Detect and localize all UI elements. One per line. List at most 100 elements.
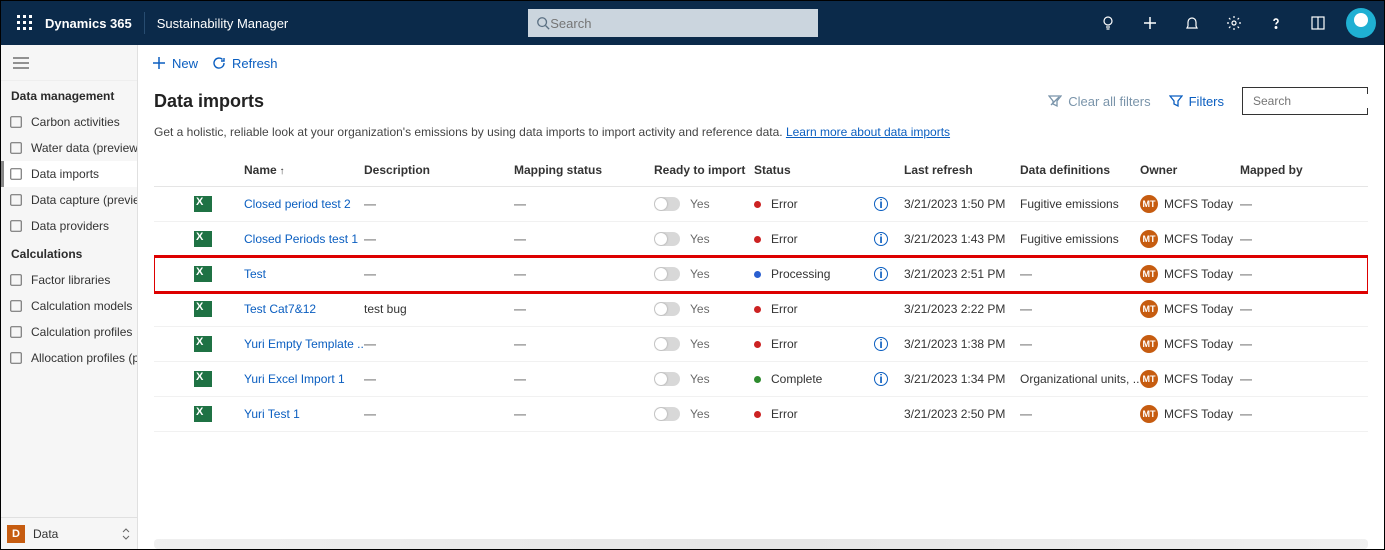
ready-toggle[interactable] xyxy=(654,302,680,316)
row-refresh: 3/21/2023 1:38 PM xyxy=(904,337,1020,351)
ready-toggle[interactable] xyxy=(654,372,680,386)
row-description: — xyxy=(364,267,514,281)
new-button[interactable]: New xyxy=(152,56,198,71)
table-row[interactable]: Yuri Excel Import 1——YesCompletei3/21/20… xyxy=(154,362,1368,397)
topbar: Dynamics 365 Sustainability Manager xyxy=(1,1,1384,45)
row-status: Errori xyxy=(754,197,904,211)
app-launcher-icon[interactable] xyxy=(9,7,41,39)
info-icon[interactable]: i xyxy=(874,232,888,246)
sidebar-item[interactable]: Data providers xyxy=(1,213,137,239)
table-row[interactable]: Yuri Test 1——YesError3/21/2023 2:50 PM—M… xyxy=(154,397,1368,432)
info-icon[interactable]: i xyxy=(874,372,888,386)
sidebar-toggle[interactable] xyxy=(1,45,137,81)
sidebar-item-label: Calculation profiles xyxy=(31,325,132,339)
row-mapping: — xyxy=(514,372,654,386)
row-name-link[interactable]: Closed period test 2 xyxy=(244,197,351,211)
user-avatar[interactable] xyxy=(1346,8,1376,38)
area-picker-label: Data xyxy=(33,527,121,541)
sidebar-item-label: Data imports xyxy=(31,167,99,181)
excel-icon xyxy=(194,406,212,422)
info-icon[interactable]: i xyxy=(874,197,888,211)
row-owner: MTMCFS Today xyxy=(1140,405,1240,423)
help-icon[interactable] xyxy=(1262,9,1290,37)
row-owner: MTMCFS Today xyxy=(1140,335,1240,353)
row-description: — xyxy=(364,372,514,386)
info-icon[interactable]: i xyxy=(874,337,888,351)
row-refresh: 3/21/2023 1:43 PM xyxy=(904,232,1020,246)
settings-icon[interactable] xyxy=(1220,9,1248,37)
row-mapping: — xyxy=(514,407,654,421)
row-mapped-by: — xyxy=(1240,197,1360,211)
col-description[interactable]: Description xyxy=(364,163,514,177)
area-picker-initial: D xyxy=(7,525,25,543)
horizontal-scrollbar[interactable] xyxy=(154,539,1368,549)
row-name-link[interactable]: Yuri Empty Template ... xyxy=(244,337,364,351)
col-mapped-by[interactable]: Mapped by xyxy=(1240,163,1360,177)
row-description: — xyxy=(364,407,514,421)
ready-toggle[interactable] xyxy=(654,232,680,246)
row-status: Error xyxy=(754,407,904,421)
row-refresh: 3/21/2023 2:50 PM xyxy=(904,407,1020,421)
global-search[interactable] xyxy=(528,9,818,37)
excel-icon xyxy=(194,371,212,387)
row-mapped-by: — xyxy=(1240,267,1360,281)
ready-toggle[interactable] xyxy=(654,407,680,421)
sidebar-item[interactable]: Calculation profiles xyxy=(1,319,137,345)
refresh-label: Refresh xyxy=(232,56,278,71)
grid-search-input[interactable] xyxy=(1253,94,1384,108)
lightbulb-icon[interactable] xyxy=(1094,9,1122,37)
ready-toggle[interactable] xyxy=(654,337,680,351)
sidebar-item[interactable]: Carbon activities xyxy=(1,109,137,135)
col-refresh[interactable]: Last refresh xyxy=(904,163,1020,177)
filters-button[interactable]: Filters xyxy=(1169,94,1224,109)
row-definitions: Fugitive emissions xyxy=(1020,232,1140,246)
brand-name: Dynamics 365 xyxy=(45,16,132,31)
sidebar-item[interactable]: Calculation models xyxy=(1,293,137,319)
row-name-link[interactable]: Test xyxy=(244,267,266,281)
sidebar-item-label: Allocation profiles (p... xyxy=(31,351,137,365)
col-mapping-status[interactable]: Mapping status xyxy=(514,163,654,177)
refresh-button[interactable]: Refresh xyxy=(212,56,278,71)
col-status[interactable]: Status xyxy=(754,163,904,177)
table-header: Name Description Mapping status Ready to… xyxy=(154,153,1368,187)
row-mapped-by: — xyxy=(1240,407,1360,421)
sidebar-item[interactable]: Water data (preview) xyxy=(1,135,137,161)
table-row[interactable]: Test——YesProcessingi3/21/2023 2:51 PM—MT… xyxy=(154,257,1368,292)
command-bar: New Refresh xyxy=(138,45,1384,81)
row-name-link[interactable]: Yuri Excel Import 1 xyxy=(244,372,345,386)
global-search-input[interactable] xyxy=(550,16,810,31)
row-owner: MTMCFS Today xyxy=(1140,265,1240,283)
add-icon[interactable] xyxy=(1136,9,1164,37)
row-name-link[interactable]: Yuri Test 1 xyxy=(244,407,300,421)
col-ready[interactable]: Ready to import xyxy=(654,163,754,177)
app-title: Sustainability Manager xyxy=(157,16,289,31)
notification-icon[interactable] xyxy=(1178,9,1206,37)
col-definitions[interactable]: Data definitions xyxy=(1020,163,1140,177)
sidebar-item[interactable]: Allocation profiles (p... xyxy=(1,345,137,371)
table-row[interactable]: Closed period test 2——YesErrori3/21/2023… xyxy=(154,187,1368,222)
col-owner[interactable]: Owner xyxy=(1140,163,1240,177)
row-description: — xyxy=(364,337,514,351)
book-icon[interactable] xyxy=(1304,9,1332,37)
sidebar: Data management Carbon activitiesWater d… xyxy=(1,45,138,549)
ready-toggle[interactable] xyxy=(654,267,680,281)
sidebar-item[interactable]: Data capture (preview) xyxy=(1,187,137,213)
table-row[interactable]: Yuri Empty Template ...——YesErrori3/21/2… xyxy=(154,327,1368,362)
sidebar-item[interactable]: Factor libraries xyxy=(1,267,137,293)
info-icon[interactable]: i xyxy=(874,267,888,281)
table-row[interactable]: Closed Periods test 1——YesErrori3/21/202… xyxy=(154,222,1368,257)
page-description: Get a holistic, reliable look at your or… xyxy=(154,125,1368,139)
row-owner: MTMCFS Today xyxy=(1140,370,1240,388)
grid-search[interactable] xyxy=(1242,87,1368,115)
ready-toggle[interactable] xyxy=(654,197,680,211)
sidebar-item[interactable]: Data imports xyxy=(1,161,137,187)
clear-filters-button[interactable]: Clear all filters xyxy=(1048,94,1150,109)
table-row[interactable]: Test Cat7&12test bug—YesError3/21/2023 2… xyxy=(154,292,1368,327)
col-name[interactable]: Name xyxy=(244,163,364,177)
sidebar-item-label: Factor libraries xyxy=(31,273,110,287)
row-name-link[interactable]: Closed Periods test 1 xyxy=(244,232,358,246)
row-name-link[interactable]: Test Cat7&12 xyxy=(244,302,316,316)
area-picker[interactable]: D Data xyxy=(1,517,137,549)
row-status: Completei xyxy=(754,372,904,386)
learn-more-link[interactable]: Learn more about data imports xyxy=(786,125,950,139)
